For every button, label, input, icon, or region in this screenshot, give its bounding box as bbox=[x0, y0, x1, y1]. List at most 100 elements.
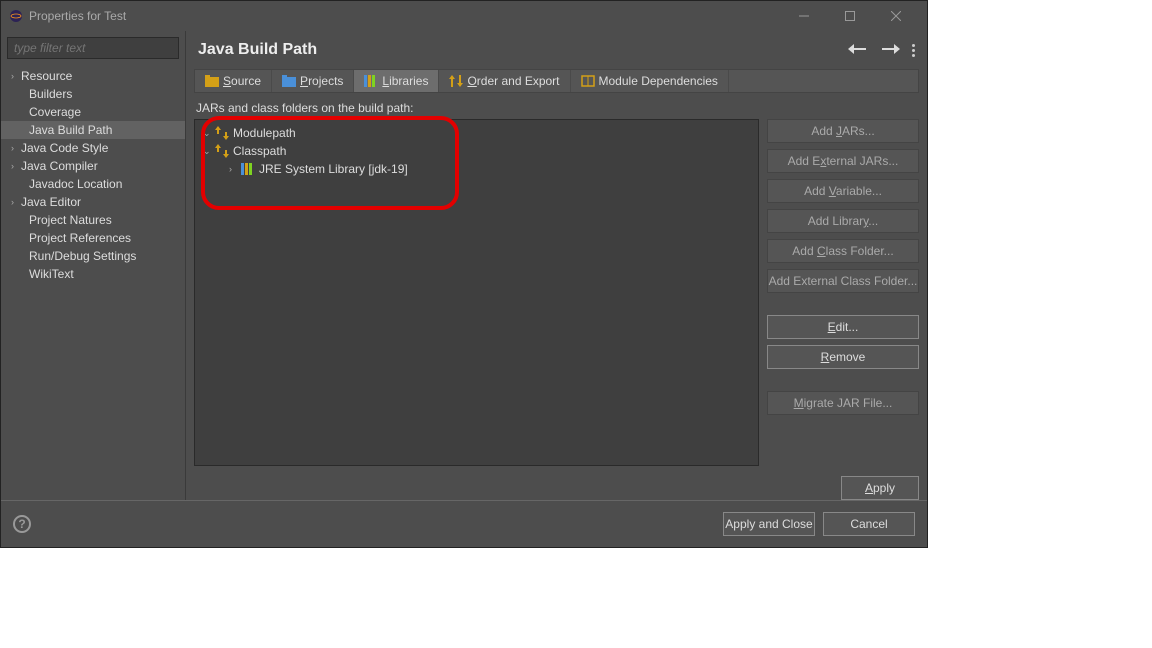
apply-and-close-button[interactable]: Apply and Close bbox=[723, 512, 815, 536]
sidebar-item-label: Resource bbox=[21, 69, 72, 83]
sidebar-item-label: Java Compiler bbox=[21, 159, 98, 173]
sidebar-item-label: Project References bbox=[29, 231, 131, 245]
library-icon bbox=[241, 162, 255, 176]
button-label: Add Class Folder... bbox=[792, 244, 893, 258]
page-title: Java Build Path bbox=[198, 41, 844, 59]
dialog-footer: ? Apply and Close Cancel bbox=[1, 500, 927, 547]
tab-label: Order and Export bbox=[467, 74, 559, 88]
classpath-icon bbox=[215, 144, 229, 158]
more-icon[interactable] bbox=[912, 44, 915, 57]
subtitle-label: JARs and class folders on the build path… bbox=[186, 93, 927, 119]
sidebar-item-label: Builders bbox=[29, 87, 72, 101]
projects-icon bbox=[282, 75, 296, 87]
tab-source[interactable]: Source bbox=[195, 70, 272, 92]
tab-libraries[interactable]: Libraries bbox=[354, 70, 439, 92]
jre-library-label: JRE System Library [jdk-19] bbox=[259, 162, 408, 176]
remove-button[interactable]: Remove bbox=[767, 345, 919, 369]
sidebar-item-label: Java Code Style bbox=[21, 141, 108, 155]
sidebar-item-project-natures[interactable]: Project Natures bbox=[1, 211, 185, 229]
add-external-jars-button[interactable]: Add External JARs... bbox=[767, 149, 919, 173]
category-tree: ›Resource Builders Coverage Java Build P… bbox=[1, 65, 185, 500]
tab-module-dependencies[interactable]: Module Dependencies bbox=[571, 70, 729, 92]
sidebar-item-resource[interactable]: ›Resource bbox=[1, 67, 185, 85]
button-label: Cancel bbox=[850, 517, 887, 531]
minimize-button[interactable] bbox=[781, 1, 827, 31]
chevron-down-icon: ⌄ bbox=[203, 128, 215, 139]
chevron-down-icon: ⌄ bbox=[203, 146, 215, 157]
forward-button[interactable] bbox=[878, 41, 904, 59]
add-library-button[interactable]: Add Library... bbox=[767, 209, 919, 233]
apply-row: Apply bbox=[186, 466, 927, 500]
help-icon[interactable]: ? bbox=[13, 515, 31, 533]
add-variable-button[interactable]: Add Variable... bbox=[767, 179, 919, 203]
button-label: Remove bbox=[821, 350, 866, 364]
add-external-class-folder-button[interactable]: Add External Class Folder... bbox=[767, 269, 919, 293]
libraries-tree[interactable]: ⌄ Modulepath ⌄ Classpath › JRE System Li… bbox=[194, 119, 759, 466]
main-header: Java Build Path bbox=[186, 31, 927, 69]
window-controls bbox=[781, 1, 919, 31]
sidebar-item-wikitext[interactable]: WikiText bbox=[1, 265, 185, 283]
tab-label: Source bbox=[223, 74, 261, 88]
chevron-right-icon: › bbox=[11, 197, 21, 207]
tab-label: Projects bbox=[300, 74, 343, 88]
button-label: Apply and Close bbox=[725, 517, 812, 531]
eclipse-icon bbox=[9, 9, 23, 23]
properties-dialog: Properties for Test ›Resource Builders C… bbox=[0, 0, 928, 548]
sidebar-item-label: Coverage bbox=[29, 105, 81, 119]
libraries-icon bbox=[364, 75, 378, 87]
sidebar-item-label: Java Build Path bbox=[29, 123, 112, 137]
close-button[interactable] bbox=[873, 1, 919, 31]
sidebar-item-label: Project Natures bbox=[29, 213, 112, 227]
folder-icon bbox=[205, 75, 219, 87]
classpath-node[interactable]: ⌄ Classpath bbox=[195, 142, 758, 160]
footer-buttons: Apply and Close Cancel bbox=[723, 512, 915, 536]
tab-projects[interactable]: Projects bbox=[272, 70, 354, 92]
libraries-area: ⌄ Modulepath ⌄ Classpath › JRE System Li… bbox=[186, 119, 927, 466]
category-sidebar: ›Resource Builders Coverage Java Build P… bbox=[1, 31, 186, 500]
tab-label: Libraries bbox=[382, 74, 428, 88]
chevron-right-icon: › bbox=[229, 164, 241, 174]
sidebar-item-run-debug-settings[interactable]: Run/Debug Settings bbox=[1, 247, 185, 265]
filter-input[interactable] bbox=[7, 37, 179, 59]
window-title: Properties for Test bbox=[29, 9, 781, 23]
classpath-label: Classpath bbox=[233, 144, 286, 158]
order-icon bbox=[449, 75, 463, 87]
main-panel: Java Build Path Source Projects Librarie… bbox=[186, 31, 927, 500]
add-jars-button[interactable]: Add JARs... bbox=[767, 119, 919, 143]
button-label: Add JARs... bbox=[811, 124, 874, 138]
button-label: Add External Class Folder... bbox=[769, 274, 918, 288]
sidebar-item-label: Java Editor bbox=[21, 195, 81, 209]
button-label: Edit... bbox=[828, 320, 859, 334]
maximize-button[interactable] bbox=[827, 1, 873, 31]
tab-label: Module Dependencies bbox=[599, 74, 718, 88]
sidebar-item-java-editor[interactable]: ›Java Editor bbox=[1, 193, 185, 211]
tab-order-export[interactable]: Order and Export bbox=[439, 70, 570, 92]
sidebar-item-javadoc-location[interactable]: Javadoc Location bbox=[1, 175, 185, 193]
migrate-jar-button[interactable]: Migrate JAR File... bbox=[767, 391, 919, 415]
button-label: Apply bbox=[865, 481, 895, 495]
button-label: Add External JARs... bbox=[788, 154, 899, 168]
tab-bar: Source Projects Libraries Order and Expo… bbox=[194, 69, 919, 93]
modulepath-node[interactable]: ⌄ Modulepath bbox=[195, 124, 758, 142]
chevron-right-icon: › bbox=[11, 143, 21, 153]
button-label: Add Library... bbox=[808, 214, 879, 228]
sidebar-item-coverage[interactable]: Coverage bbox=[1, 103, 185, 121]
titlebar: Properties for Test bbox=[1, 1, 927, 31]
sidebar-item-label: Run/Debug Settings bbox=[29, 249, 136, 263]
sidebar-item-project-references[interactable]: Project References bbox=[1, 229, 185, 247]
sidebar-item-java-code-style[interactable]: ›Java Code Style bbox=[1, 139, 185, 157]
jre-system-library-node[interactable]: › JRE System Library [jdk-19] bbox=[195, 160, 758, 178]
modulepath-label: Modulepath bbox=[233, 126, 296, 140]
button-label: Migrate JAR File... bbox=[794, 396, 893, 410]
cancel-button[interactable]: Cancel bbox=[823, 512, 915, 536]
apply-button[interactable]: Apply bbox=[841, 476, 919, 500]
sidebar-item-java-compiler[interactable]: ›Java Compiler bbox=[1, 157, 185, 175]
module-folder-icon bbox=[215, 126, 229, 140]
back-button[interactable] bbox=[844, 41, 870, 59]
add-class-folder-button[interactable]: Add Class Folder... bbox=[767, 239, 919, 263]
edit-button[interactable]: Edit... bbox=[767, 315, 919, 339]
sidebar-item-builders[interactable]: Builders bbox=[1, 85, 185, 103]
button-column: Add JARs... Add External JARs... Add Var… bbox=[767, 119, 919, 466]
sidebar-item-java-build-path[interactable]: Java Build Path bbox=[1, 121, 185, 139]
sidebar-item-label: WikiText bbox=[29, 267, 74, 281]
